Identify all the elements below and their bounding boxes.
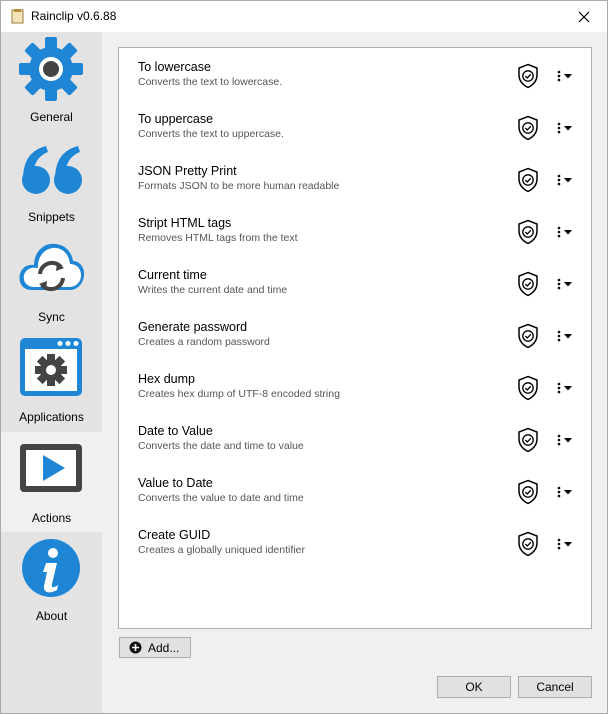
- action-row[interactable]: Date to Value Converts the date and time…: [119, 412, 591, 464]
- action-description: Removes HTML tags from the text: [138, 232, 298, 244]
- more-menu-icon[interactable]: [556, 122, 576, 134]
- app-icon: [11, 9, 24, 24]
- action-description: Creates a random password: [138, 336, 270, 348]
- action-name: To uppercase: [138, 112, 214, 126]
- sidebar-item-snippets[interactable]: Snippets: [1, 132, 102, 232]
- rainclip-window: Rainclip v0.6.88 General Snippets Sync A…: [0, 0, 608, 714]
- more-menu-icon[interactable]: [556, 434, 576, 446]
- sidebar-item-label: Snippets: [28, 210, 75, 224]
- title-bar: Rainclip v0.6.88: [1, 1, 607, 32]
- action-row[interactable]: Hex dump Creates hex dump of UTF-8 encod…: [119, 360, 591, 412]
- action-row[interactable]: To uppercase Converts the text to upperc…: [119, 100, 591, 152]
- info-icon: [22, 539, 80, 597]
- action-name: Hex dump: [138, 372, 195, 386]
- more-menu-icon[interactable]: [556, 486, 576, 498]
- action-description: Creates a globally uniqued identifier: [138, 544, 305, 556]
- shield-check-icon[interactable]: [517, 479, 539, 505]
- shield-check-icon[interactable]: [517, 167, 539, 193]
- action-name: JSON Pretty Print: [138, 164, 237, 178]
- action-row[interactable]: Create GUID Creates a globally uniqued i…: [119, 516, 591, 568]
- action-name: Generate password: [138, 320, 248, 334]
- shield-check-icon[interactable]: [517, 115, 539, 141]
- more-menu-icon[interactable]: [556, 278, 576, 290]
- sidebar-item-sync[interactable]: Sync: [1, 232, 102, 332]
- more-menu-icon[interactable]: [556, 330, 576, 342]
- cancel-button[interactable]: Cancel: [518, 676, 592, 698]
- sidebar-item-actions[interactable]: Actions: [1, 432, 102, 532]
- sidebar-item-about[interactable]: About: [1, 532, 102, 632]
- sidebar: General Snippets Sync Applications Actio…: [1, 32, 102, 713]
- action-description: Converts the value to date and time: [138, 492, 304, 504]
- sidebar-item-label: General: [30, 110, 73, 124]
- action-name: Value to Date: [138, 476, 213, 490]
- more-menu-icon[interactable]: [556, 382, 576, 394]
- close-button[interactable]: [561, 1, 607, 32]
- add-circle-icon: [129, 641, 142, 654]
- ok-button[interactable]: OK: [437, 676, 511, 698]
- shield-check-icon[interactable]: [517, 219, 539, 245]
- action-name: Date to Value: [138, 424, 213, 438]
- action-description: Formats JSON to be more human readable: [138, 180, 340, 192]
- action-row[interactable]: To lowercase Converts the text to lowerc…: [119, 48, 591, 100]
- action-description: Converts the text to uppercase.: [138, 128, 284, 140]
- action-name: Create GUID: [138, 528, 211, 542]
- action-description: Converts the text to lowercase.: [138, 76, 283, 88]
- action-row[interactable]: Current time Writes the current date and…: [119, 256, 591, 308]
- more-menu-icon[interactable]: [556, 226, 576, 238]
- close-icon: [578, 11, 590, 22]
- add-button-label: Add...: [148, 641, 180, 655]
- app-window-gear-icon: [20, 338, 82, 396]
- shield-check-icon[interactable]: [517, 323, 539, 349]
- shield-check-icon[interactable]: [517, 271, 539, 297]
- more-menu-icon[interactable]: [556, 174, 576, 186]
- cloud-sync-icon: [19, 243, 85, 292]
- action-name: To lowercase: [138, 60, 211, 74]
- action-description: Creates hex dump of UTF-8 encoded string: [138, 388, 340, 400]
- sidebar-item-general[interactable]: General: [1, 32, 102, 132]
- shield-check-icon[interactable]: [517, 427, 539, 453]
- quote-icon: [22, 146, 82, 194]
- sidebar-item-label: Applications: [19, 410, 84, 424]
- more-menu-icon[interactable]: [556, 538, 576, 550]
- shield-check-icon[interactable]: [517, 63, 539, 89]
- more-menu-icon[interactable]: [556, 70, 576, 82]
- action-description: Writes the current date and time: [138, 284, 288, 296]
- actions-list[interactable]: To lowercase Converts the text to lowerc…: [118, 47, 592, 629]
- window-title: Rainclip v0.6.88: [31, 9, 117, 23]
- action-row[interactable]: Value to Date Converts the value to date…: [119, 464, 591, 516]
- play-icon: [20, 444, 82, 492]
- sidebar-item-applications[interactable]: Applications: [1, 332, 102, 432]
- shield-check-icon[interactable]: [517, 375, 539, 401]
- shield-check-icon[interactable]: [517, 531, 539, 557]
- sidebar-item-label: Actions: [31, 511, 72, 525]
- action-row[interactable]: JSON Pretty Print Formats JSON to be mor…: [119, 152, 591, 204]
- action-row[interactable]: Stript HTML tags Removes HTML tags from …: [119, 204, 591, 256]
- add-button[interactable]: Add...: [119, 637, 191, 658]
- action-name: Stript HTML tags: [138, 216, 232, 230]
- sidebar-item-label: About: [35, 609, 68, 623]
- gear-icon: [19, 37, 83, 101]
- action-name: Current time: [138, 268, 207, 282]
- action-description: Converts the date and time to value: [138, 440, 304, 452]
- sidebar-item-label: Sync: [38, 310, 65, 324]
- action-row[interactable]: Generate password Creates a random passw…: [119, 308, 591, 360]
